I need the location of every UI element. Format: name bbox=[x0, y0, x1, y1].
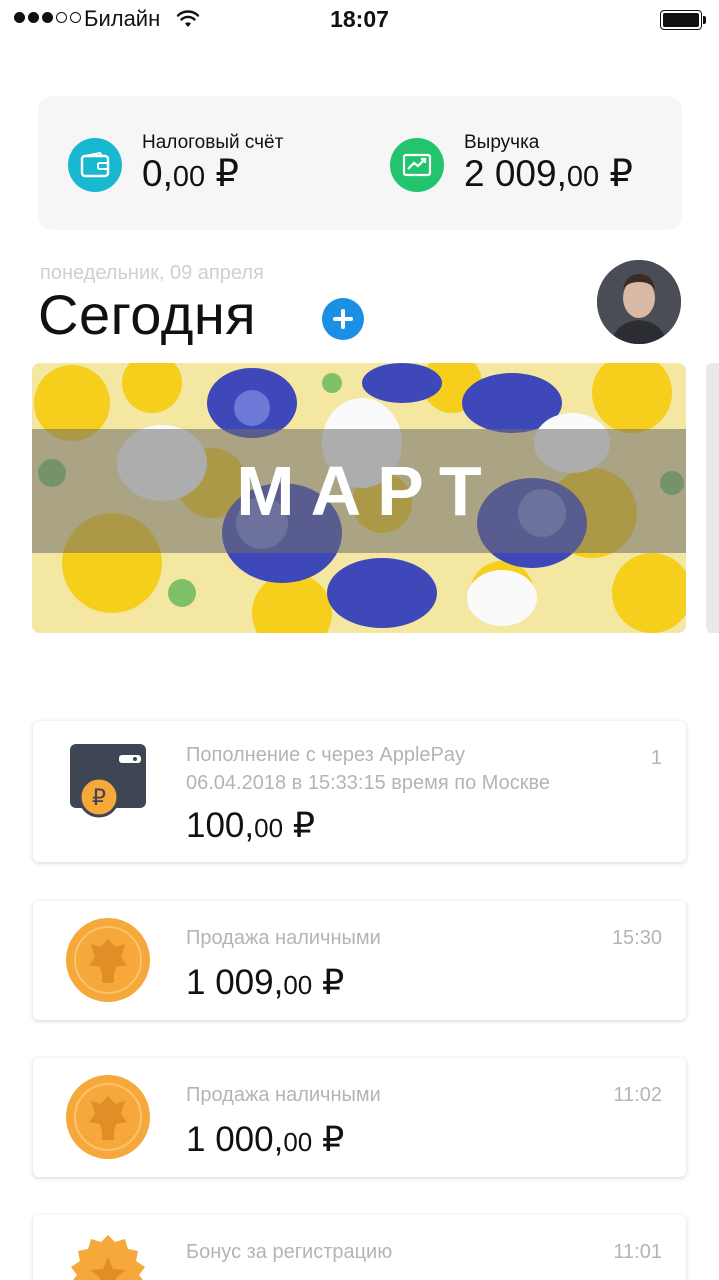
transaction-amount: 1 009,00 ₽ bbox=[186, 963, 345, 1002]
transaction-amount: 1 000,00 ₽ bbox=[186, 1120, 345, 1159]
battery-icon bbox=[660, 10, 706, 30]
banner-title: МАРТ bbox=[236, 452, 498, 530]
next-banner-peek[interactable] bbox=[706, 363, 719, 633]
wallet-ruble-icon: ₽ bbox=[69, 743, 149, 828]
transaction-item[interactable]: Продажа наличными 11:02 1 000,00 ₽ bbox=[33, 1058, 686, 1177]
revenue-label: Выручка bbox=[464, 132, 540, 153]
transaction-description: Пополнение с через ApplePay bbox=[186, 744, 465, 766]
coin-icon bbox=[65, 1074, 151, 1165]
status-time: 18:07 bbox=[330, 6, 389, 32]
svg-text:₽: ₽ bbox=[92, 786, 106, 811]
chart-up-icon bbox=[390, 138, 444, 192]
transaction-description: Бонус за регистрацию bbox=[186, 1241, 393, 1263]
coin-icon bbox=[65, 917, 151, 1008]
transaction-item[interactable]: Бонус за регистрацию 11:01 bbox=[33, 1215, 686, 1280]
promo-banner[interactable]: МАРТ bbox=[32, 363, 686, 633]
star-badge-icon bbox=[65, 1233, 151, 1280]
balance-card: Налоговый счёт 0,00 ₽ Выручка 2 009,00 ₽ bbox=[38, 96, 682, 230]
transaction-item[interactable]: ₽ Пополнение с через ApplePay 06.04.2018… bbox=[33, 721, 686, 862]
transaction-amount: 100,00 ₽ bbox=[186, 806, 316, 845]
transaction-time: 1 bbox=[650, 747, 662, 769]
tax-account-amount: 0,00 ₽ bbox=[142, 153, 239, 194]
page-title: Сегодня bbox=[38, 283, 257, 346]
avatar[interactable] bbox=[597, 260, 681, 344]
transaction-description: Продажа наличными bbox=[186, 927, 381, 949]
transaction-time: 15:30 bbox=[611, 927, 662, 949]
transaction-time: 11:01 bbox=[613, 1241, 662, 1263]
transaction-description: Продажа наличными bbox=[186, 1084, 381, 1106]
status-bar: Билайн 18:07 bbox=[0, 0, 719, 40]
add-button[interactable] bbox=[322, 298, 364, 340]
transaction-description-detail: 06.04.2018 в 15:33:15 время по Москве bbox=[186, 772, 551, 794]
wallet-icon bbox=[68, 138, 122, 192]
transaction-item[interactable]: Продажа наличными 15:30 1 009,00 ₽ bbox=[33, 901, 686, 1020]
transaction-time: 11:02 bbox=[613, 1084, 662, 1106]
revenue-amount: 2 009,00 ₽ bbox=[464, 153, 633, 194]
tax-account-label: Налоговый счёт bbox=[142, 132, 284, 153]
